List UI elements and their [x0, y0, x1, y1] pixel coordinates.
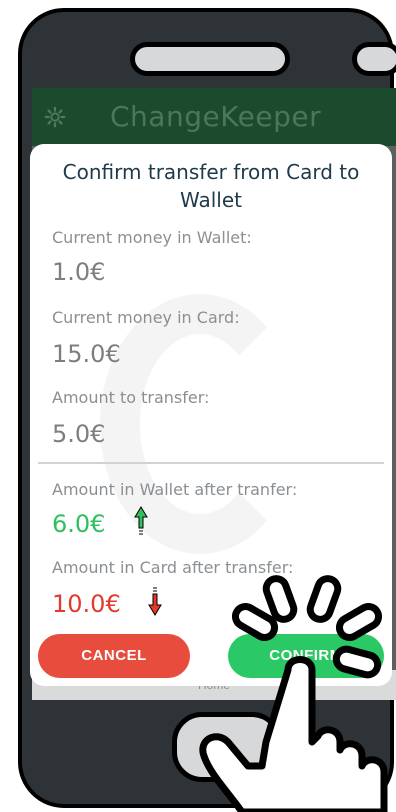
arrow-down-icon	[148, 587, 162, 616]
divider	[38, 462, 384, 464]
current-wallet-value: 1.0€	[52, 258, 106, 286]
app-title: ChangeKeeper	[110, 100, 322, 133]
current-wallet-label: Current money in Wallet:	[52, 228, 252, 247]
dialog-title: Confirm transfer from Card to Wallet	[30, 158, 392, 214]
euro-watermark-icon	[100, 294, 300, 554]
wallet-after-label: Amount in Wallet after tranfer:	[52, 480, 298, 499]
wallet-after-value: 6.0€	[52, 510, 106, 538]
current-card-label: Current money in Card:	[52, 308, 240, 327]
phone-camera	[352, 42, 396, 76]
phone-speaker	[130, 42, 290, 76]
current-card-value: 15.0€	[52, 340, 121, 368]
transfer-amount-value: 5.0€	[52, 420, 106, 448]
transfer-amount-label: Amount to transfer:	[52, 388, 210, 407]
dialog-title-line2: Wallet	[179, 188, 242, 212]
pointing-hand-icon	[199, 575, 388, 812]
dialog-title-line1: Confirm transfer from Card to	[62, 160, 360, 184]
app-bar: ChangeKeeper	[32, 88, 396, 146]
gear-icon[interactable]	[44, 106, 66, 128]
card-after-value: 10.0€	[52, 590, 121, 618]
arrow-up-icon	[134, 506, 148, 535]
cancel-button[interactable]: CANCEL	[38, 634, 190, 678]
